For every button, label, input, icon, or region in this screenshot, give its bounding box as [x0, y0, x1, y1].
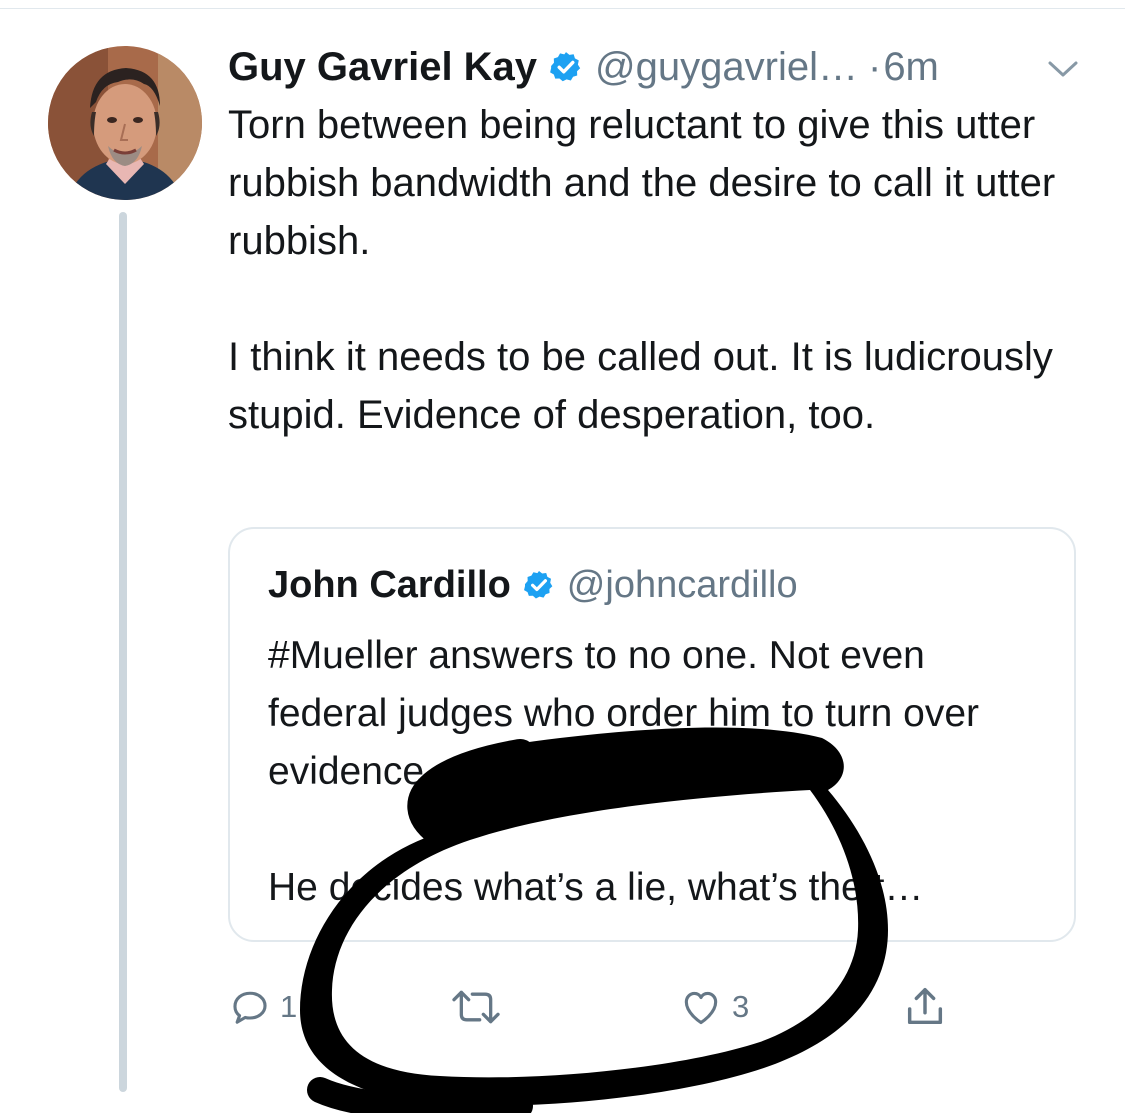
verified-badge-icon: [549, 50, 583, 84]
quoted-tweet-card[interactable]: John Cardillo @johncardillo #Mueller ans…: [228, 527, 1076, 942]
quoted-tweet-paragraph: He decides what’s a lie, what’s the t…: [268, 866, 924, 909]
quoted-tweet-header: John Cardillo @johncardillo: [268, 557, 798, 613]
tweet-paragraph: Torn between being reluctant to give thi…: [228, 103, 1056, 263]
tweet-screen: Guy Gavriel Kay @guygavriel… · 6m Torn b…: [0, 0, 1125, 1113]
verified-badge-icon: [523, 569, 555, 601]
separator-dot: ·: [867, 44, 882, 89]
tweet-timestamp[interactable]: 6m: [883, 45, 939, 90]
quoted-tweet-paragraph: #Mueller answers to no one. Not even fed…: [268, 634, 980, 793]
tweet-text: Torn between being reluctant to give thi…: [228, 96, 1098, 444]
author-avatar[interactable]: [48, 46, 202, 200]
heart-icon: [684, 991, 718, 1025]
reply-button[interactable]: 1: [228, 983, 297, 1031]
retweet-icon: [452, 990, 500, 1024]
author-display-name[interactable]: Guy Gavriel Kay: [228, 45, 537, 90]
reply-icon: [233, 991, 267, 1024]
reply-count: 1: [280, 989, 298, 1024]
author-handle[interactable]: @guygavriel…: [595, 45, 858, 90]
retweet-button[interactable]: [448, 983, 504, 1031]
like-count: 3: [732, 989, 750, 1024]
quoted-author-display-name: John Cardillo: [268, 563, 511, 606]
share-button[interactable]: [902, 983, 948, 1031]
like-button[interactable]: 3: [678, 983, 749, 1031]
quoted-author-handle: @johncardillo: [566, 563, 798, 606]
tweet-header: Guy Gavriel Kay @guygavriel… · 6m: [228, 38, 939, 96]
tweet-paragraph: I think it needs to be called out. It is…: [228, 335, 1053, 437]
quoted-tweet-text: #Mueller answers to no one. Not even fed…: [268, 627, 1048, 917]
share-icon: [907, 988, 943, 1025]
chevron-down-icon[interactable]: [1046, 58, 1080, 80]
thread-line: [119, 212, 127, 1092]
top-divider: [0, 8, 1125, 9]
